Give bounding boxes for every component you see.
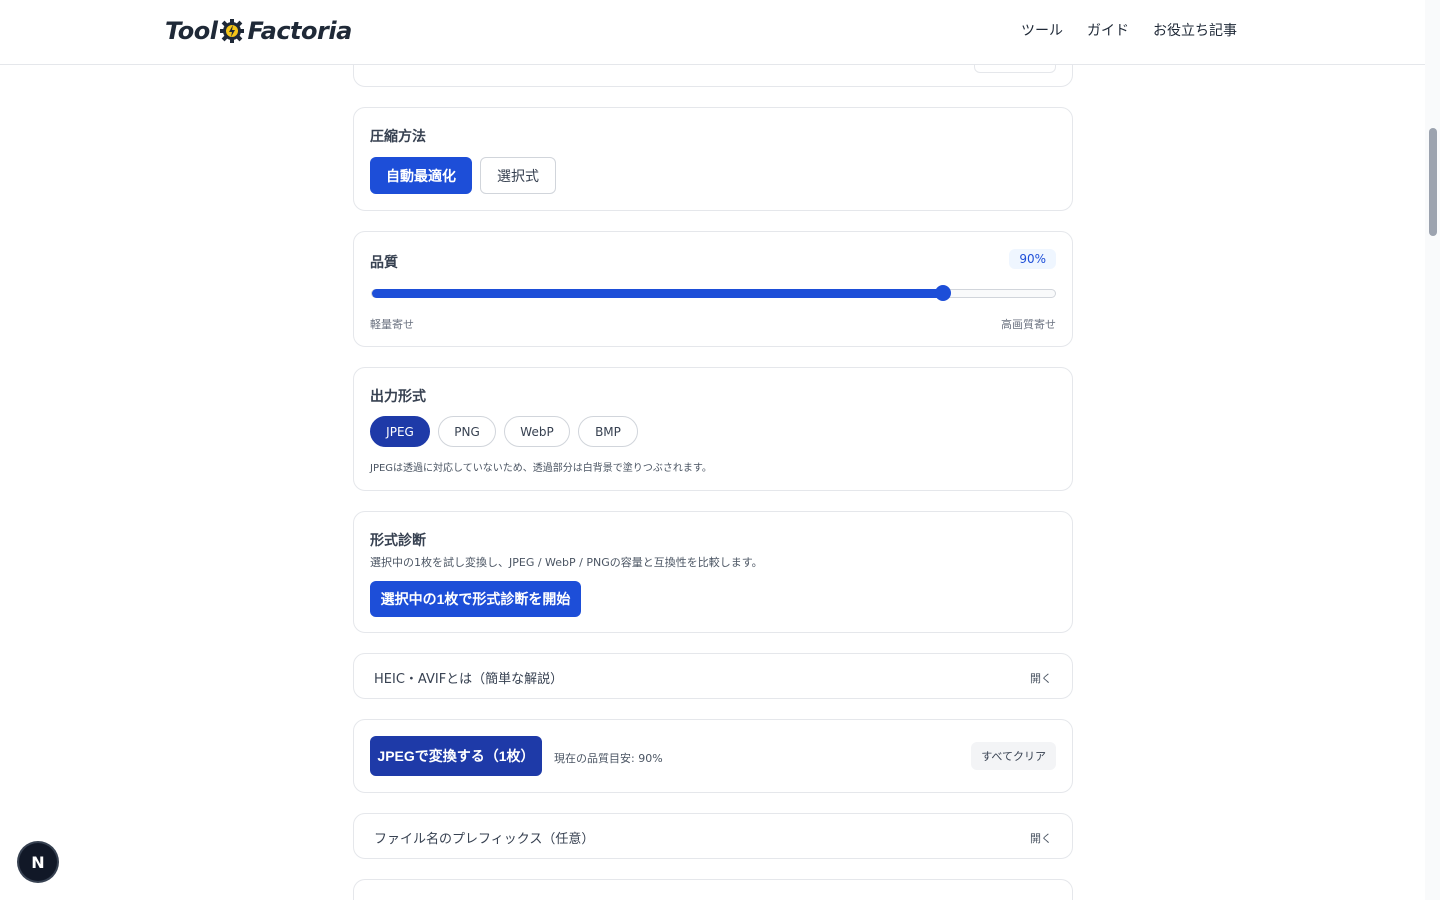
quality-value-badge: 90% bbox=[1009, 249, 1056, 269]
fab-label: N bbox=[31, 852, 45, 872]
output-format-title: 出力形式 bbox=[370, 389, 426, 405]
convert-button[interactable]: JPEGで変換する（1枚） bbox=[370, 736, 542, 776]
format-options: JPEG PNG WebP BMP bbox=[370, 416, 638, 447]
heic-info-title: HEIC・AVIFとは（簡単な解説） bbox=[374, 672, 564, 687]
quality-title: 品質 bbox=[370, 255, 398, 271]
format-diagnosis-card: 形式診断 選択中の1枚を試し変換し、JPEG / WebP / PNGの容量と互… bbox=[353, 511, 1073, 633]
nav-articles[interactable]: お役立ち記事 bbox=[1153, 20, 1237, 40]
nav-tools[interactable]: ツール bbox=[1021, 20, 1063, 40]
format-png-option[interactable]: PNG bbox=[438, 416, 496, 447]
diagnosis-title: 形式診断 bbox=[370, 533, 426, 549]
format-bmp-option[interactable]: BMP bbox=[578, 416, 638, 447]
convert-status: 現在の品質目安: 90% bbox=[554, 752, 663, 765]
logo-text-right: Factoria bbox=[247, 17, 352, 45]
compression-method-card: 圧縮方法 自動最適化 選択式 bbox=[353, 107, 1073, 211]
prefix-title: ファイル名のプレフィックス（任意） bbox=[374, 832, 595, 847]
quality-min-label: 軽量寄せ bbox=[370, 318, 414, 331]
heic-info-toggle[interactable]: 開く bbox=[1030, 670, 1052, 686]
quality-card: 品質 90% 軽量寄せ 高画質寄せ bbox=[353, 231, 1073, 347]
nextjs-dev-badge[interactable]: N bbox=[19, 843, 57, 881]
clear-all-button[interactable]: すべてクリア bbox=[971, 742, 1056, 770]
heic-info-accordion[interactable]: HEIC・AVIFとは（簡単な解説） 開く bbox=[353, 653, 1073, 699]
site-logo[interactable]: Tool Factoria bbox=[165, 14, 352, 48]
file-item-card bbox=[353, 879, 1073, 900]
main-nav: ツール ガイド お役立ち記事 bbox=[1021, 20, 1237, 40]
diagnosis-description: 選択中の1枚を試し変換し、JPEG / WebP / PNGの容量と互換性を比較… bbox=[370, 556, 763, 569]
selective-button[interactable]: 選択式 bbox=[480, 157, 556, 194]
scrollbar-thumb[interactable] bbox=[1429, 128, 1437, 236]
quality-slider[interactable] bbox=[371, 285, 1056, 301]
prefix-accordion[interactable]: ファイル名のプレフィックス（任意） 開く bbox=[353, 813, 1073, 859]
convert-card: JPEGで変換する（1枚） 現在の品質目安: 90% すべてクリア bbox=[353, 719, 1073, 793]
start-diagnosis-button[interactable]: 選択中の1枚で形式診断を開始 bbox=[370, 581, 581, 617]
gear-bolt-icon bbox=[219, 18, 245, 44]
scrollbar[interactable] bbox=[1425, 0, 1440, 900]
auto-optimize-button[interactable]: 自動最適化 bbox=[370, 157, 472, 194]
quality-slider-fill bbox=[372, 289, 943, 298]
quality-max-label: 高画質寄せ bbox=[1001, 318, 1056, 331]
site-header: Tool Factoria ツール ガイド お役立ち記事 bbox=[0, 0, 1425, 65]
format-jpeg-option[interactable]: JPEG bbox=[370, 416, 430, 447]
format-webp-option[interactable]: WebP bbox=[504, 416, 570, 447]
compression-title: 圧縮方法 bbox=[370, 129, 426, 145]
output-format-card: 出力形式 JPEG PNG WebP BMP JPEGは透過に対応していないため… bbox=[353, 367, 1073, 491]
nav-guide[interactable]: ガイド bbox=[1087, 20, 1129, 40]
logo-text-left: Tool bbox=[165, 17, 218, 45]
quality-slider-thumb[interactable] bbox=[935, 285, 951, 301]
output-format-note: JPEGは透過に対応していないため、透過部分は白背景で塗りつぶされます。 bbox=[370, 463, 712, 474]
prefix-toggle[interactable]: 開く bbox=[1030, 830, 1052, 846]
